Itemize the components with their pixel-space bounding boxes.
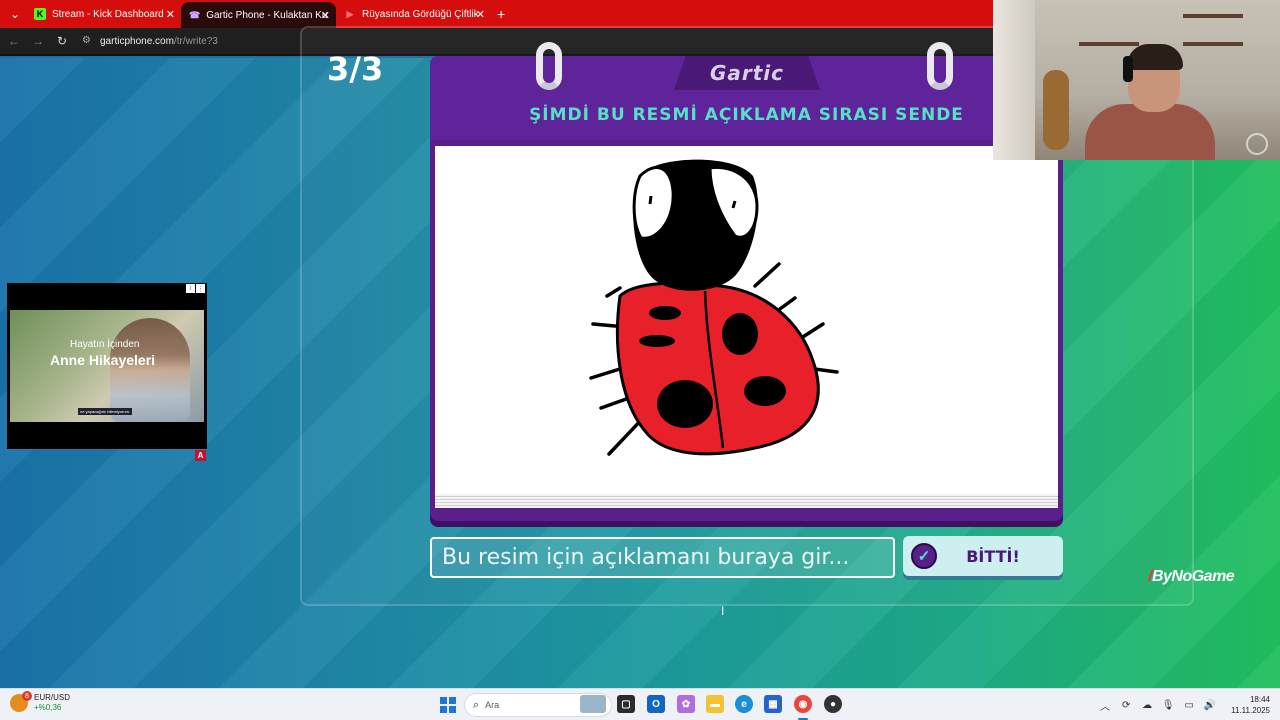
notification-badge: 8 <box>22 691 32 701</box>
done-label: BİTTİ! <box>966 546 1020 566</box>
back-icon[interactable]: ← <box>2 34 26 48</box>
kick-favicon-icon: K <box>34 8 46 20</box>
webcam-shelf <box>1183 14 1243 18</box>
round-counter: 3/3 <box>327 50 384 88</box>
currency-widget-icon: 8 <box>10 691 32 712</box>
url-field[interactable]: ⚙ garticphone.com /tr/write?3 <box>82 35 218 47</box>
widget-change: +%0,36 <box>34 703 62 712</box>
clock-date: 11.11.2025 <box>1231 706 1270 715</box>
task-view-icon[interactable]: ▢ <box>617 695 635 713</box>
ad-info-controls[interactable]: i ⋮ <box>186 284 205 293</box>
ad-info-icon[interactable]: i <box>186 284 195 293</box>
webcam-curtain <box>993 0 1035 160</box>
new-tab-button[interactable]: + <box>497 6 505 22</box>
ladybug-drawing <box>589 159 839 456</box>
system-tray: ︿ ⟳ ☁ 🎙 ▭ 🔊 18:44 11.11.2025 <box>1091 689 1280 720</box>
file-explorer-icon[interactable]: ▬ <box>706 695 724 713</box>
currency-widget[interactable]: 8 EUR/USD +%0,36 <box>10 691 71 713</box>
volume-icon[interactable]: 🔊 <box>1203 700 1217 711</box>
ad-title-large: Anne Hikayeleri <box>50 352 156 368</box>
ad-subtitle: ne yapacağımı bilemiyorum. <box>78 408 133 415</box>
ad-brand-badge[interactable]: A <box>195 450 206 461</box>
outlook-icon[interactable]: O <box>647 695 665 713</box>
onedrive-icon[interactable]: ☁ <box>1140 700 1154 711</box>
watermark-text: ByNoGame <box>1151 568 1235 585</box>
site-settings-icon[interactable]: ⚙ <box>82 35 94 47</box>
network-icon[interactable]: ▭ <box>1182 700 1196 711</box>
webcam-guitar <box>1043 70 1069 150</box>
webcam-person-body <box>1085 104 1215 160</box>
binder-ring-left <box>536 42 562 90</box>
gartic-logo: Gartic <box>674 56 820 90</box>
tab-close-icon[interactable]: ✕ <box>166 8 175 21</box>
webcam-person-hair <box>1127 44 1183 70</box>
store-icon[interactable]: ▦ <box>764 695 782 713</box>
logo-text: Gartic <box>709 61 785 85</box>
chrome-icon[interactable]: ◉ <box>794 695 812 713</box>
text-cursor-icon: I <box>721 604 725 618</box>
webcam-headset <box>1123 56 1133 82</box>
webcam-shelf <box>1079 42 1139 46</box>
webcam-logo-icon <box>1246 133 1268 155</box>
tab-youtube-video[interactable]: ▶ Rüyasında Gördüğü Çiftlikte Ci ✕ <box>336 0 491 28</box>
notebook-page-edges <box>435 494 1058 508</box>
microphone-icon[interactable]: 🎙 <box>1161 700 1175 711</box>
drawing-canvas <box>435 146 1058 494</box>
widget-title: EUR/USD <box>34 693 71 702</box>
clock-time: 18:44 <box>1249 695 1270 704</box>
tab-search-chevron-icon[interactable]: ⌄ <box>4 3 26 25</box>
instruction-title: ŞİMDİ BU RESMİ AÇIKLAMA SIRASI SENDE <box>529 105 964 125</box>
ad-person-image <box>110 318 190 422</box>
obs-icon[interactable]: ● <box>824 695 842 713</box>
tab-close-icon[interactable]: ✕ <box>476 8 485 21</box>
search-icon: ⌕ <box>473 698 480 711</box>
reload-icon[interactable]: ↻ <box>50 34 74 48</box>
ad-title-small: Hayatın İçinden <box>70 339 140 350</box>
tab-title: Stream - Kick Dashboard <box>52 8 164 20</box>
drawing-card: Gartic ŞİMDİ BU RESMİ AÇIKLAMA SIRASI SE… <box>430 42 1063 521</box>
clock[interactable]: 18:44 11.11.2025 <box>1231 694 1270 716</box>
copilot-icon[interactable]: ✿ <box>677 695 695 713</box>
webcam-overlay <box>993 0 1280 160</box>
search-highlight-icon[interactable] <box>580 695 606 713</box>
tab-title: Rüyasında Gördüğü Çiftlikte Ci <box>362 8 478 20</box>
youtube-favicon-icon: ▶ <box>346 8 354 19</box>
bynogame-watermark: /ByNoGame <box>1148 568 1235 586</box>
card-header: Gartic ŞİMDİ BU RESMİ AÇIKLAMA SIRASI SE… <box>430 56 1063 140</box>
show-hidden-icons-chevron-icon[interactable]: ︿ <box>1098 698 1112 713</box>
checkmark-icon: ✓ <box>911 543 937 569</box>
done-button[interactable]: ✓ BİTTİ! <box>903 536 1063 576</box>
video-ad[interactable]: i ⋮ Hayatın İçinden Anne Hikayeleri ne y… <box>7 283 207 449</box>
forward-icon[interactable]: → <box>26 34 50 48</box>
windows-start-icon[interactable] <box>440 697 456 713</box>
tab-gartic-phone[interactable]: ☎ Gartic Phone - Kulaktan Kulağa ✕ <box>181 2 336 28</box>
taskbar: 8 EUR/USD +%0,36 ⌕ Ara ▢ O ✿ ▬ e ▦ ◉ ● ︿… <box>0 688 1280 720</box>
binder-ring-right <box>927 42 953 90</box>
tab-title: Gartic Phone - Kulaktan Kulağa <box>206 9 328 21</box>
webcam-shelf <box>1183 42 1243 46</box>
tab-kick-dashboard[interactable]: K Stream - Kick Dashboard ✕ <box>26 0 181 28</box>
sync-icon[interactable]: ⟳ <box>1119 700 1133 711</box>
ad-video-frame: Hayatın İçinden Anne Hikayeleri ne yapac… <box>10 310 204 422</box>
description-input[interactable] <box>430 537 895 578</box>
ad-menu-icon[interactable]: ⋮ <box>196 284 205 293</box>
search-placeholder: Ara <box>485 700 500 710</box>
edge-icon[interactable]: e <box>735 695 753 713</box>
url-host: garticphone.com <box>100 35 174 47</box>
gartic-favicon-icon: ☎ <box>189 9 201 20</box>
url-path: /tr/write?3 <box>173 35 218 47</box>
tab-close-icon[interactable]: ✕ <box>321 9 330 22</box>
